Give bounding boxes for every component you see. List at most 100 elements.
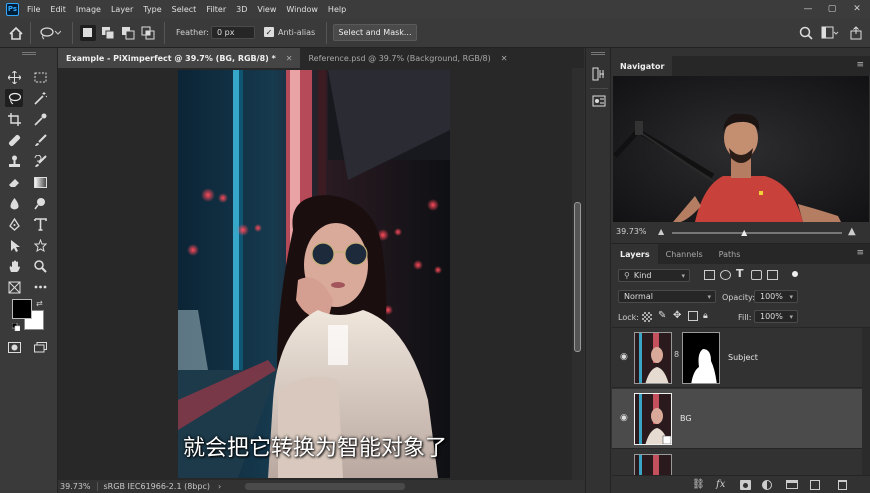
type-tool-icon[interactable] <box>31 215 49 233</box>
navigator-zoom-value[interactable]: 39.73% <box>616 227 647 236</box>
opacity-input[interactable]: 100% ▾ <box>754 290 798 303</box>
layer-name[interactable]: Subject <box>728 353 758 362</box>
document-canvas[interactable]: 就会把它转换为智能对象了 <box>58 68 572 480</box>
lock-position-icon[interactable]: ✥ <box>673 310 681 321</box>
more-tools-icon[interactable] <box>31 278 49 296</box>
add-selection-button[interactable] <box>100 25 116 41</box>
eraser-tool-icon[interactable] <box>5 173 23 191</box>
menu-filter[interactable]: Filter <box>206 5 226 14</box>
horizontal-scrollbar[interactable] <box>245 483 406 490</box>
zoom-slider-knob[interactable]: ▲ <box>741 228 747 237</box>
visibility-eye-icon[interactable]: ◉ <box>620 352 628 362</box>
quick-mask-icon[interactable] <box>5 338 23 356</box>
healing-brush-tool-icon[interactable] <box>5 131 23 149</box>
foreground-color-swatch[interactable] <box>12 299 32 319</box>
menu-help[interactable]: Help <box>328 5 346 14</box>
lasso-preset-icon[interactable] <box>38 25 62 41</box>
default-colors-icon[interactable] <box>11 322 21 332</box>
menu-view[interactable]: View <box>257 5 276 14</box>
pixel-filter-icon[interactable] <box>704 270 715 280</box>
hand-tool-icon[interactable] <box>5 257 23 275</box>
scrollbar-thumb[interactable] <box>574 202 581 352</box>
layers-panel-menu-icon[interactable]: ≡ <box>856 248 864 258</box>
eyedropper-tool-icon[interactable] <box>31 110 49 128</box>
menu-edit[interactable]: Edit <box>50 5 66 14</box>
properties-panel-icon[interactable] <box>591 93 607 109</box>
history-panel-icon[interactable] <box>591 66 607 82</box>
new-layer-icon[interactable] <box>810 480 820 490</box>
move-tool-icon[interactable] <box>5 68 23 86</box>
filter-toggle-icon[interactable] <box>792 271 798 277</box>
path-selection-tool-icon[interactable] <box>5 236 23 254</box>
brush-tool-icon[interactable] <box>31 131 49 149</box>
group-icon[interactable] <box>786 480 798 489</box>
share-icon[interactable] <box>848 25 864 41</box>
lock-all-icon[interactable]: 🔒︎ <box>703 311 708 321</box>
marquee-tool-icon[interactable] <box>31 68 49 86</box>
menu-image[interactable]: Image <box>76 5 101 14</box>
mask-icon[interactable] <box>740 480 751 490</box>
blend-mode-select[interactable]: Normal ▾ <box>618 290 716 303</box>
menu-select[interactable]: Select <box>172 5 197 14</box>
layer-mask-thumbnail[interactable] <box>682 332 720 384</box>
menu-type[interactable]: Type <box>143 5 161 14</box>
fill-input[interactable]: 100% ▾ <box>754 310 798 323</box>
adjustment-icon[interactable] <box>762 480 772 490</box>
screen-mode-icon[interactable] <box>31 338 49 356</box>
new-selection-button[interactable] <box>80 25 96 41</box>
tab-reference[interactable]: Reference.psd @ 39.7% (Background, RGB/8… <box>300 48 515 68</box>
clone-stamp-tool-icon[interactable] <box>5 152 23 170</box>
home-icon[interactable] <box>8 25 24 41</box>
menu-layer[interactable]: Layer <box>111 5 133 14</box>
minimize-button[interactable]: — <box>796 0 820 18</box>
trash-icon[interactable] <box>838 480 847 490</box>
zoom-out-icon[interactable]: ▲ <box>658 227 664 236</box>
layer-row-subject[interactable]: ◉ 8 Subject <box>612 328 862 388</box>
dodge-tool-icon[interactable] <box>31 194 49 212</box>
lock-artboard-icon[interactable] <box>688 311 698 321</box>
close-icon[interactable]: ✕ <box>501 54 508 63</box>
lock-transparent-icon[interactable] <box>642 312 652 322</box>
status-menu-arrow[interactable]: › <box>218 482 221 491</box>
feather-input[interactable]: 0 px <box>211 26 255 39</box>
swap-colors-icon[interactable]: ⇄ <box>36 299 43 308</box>
menu-file[interactable]: File <box>27 5 40 14</box>
mask-link-icon[interactable]: 8 <box>674 350 679 359</box>
zoom-tool-icon[interactable] <box>31 257 49 275</box>
antialias-checkbox[interactable]: ✓ <box>264 27 274 37</box>
smart-object-filter-icon[interactable] <box>767 270 778 280</box>
intersect-selection-button[interactable] <box>140 25 156 41</box>
gradient-tool-icon[interactable] <box>31 173 49 191</box>
shape-filter-icon[interactable] <box>751 270 762 280</box>
adjustment-filter-icon[interactable] <box>720 270 731 280</box>
link-icon[interactable]: ⛓︎ <box>692 479 705 490</box>
menu-3d[interactable]: 3D <box>236 5 247 14</box>
magic-wand-tool-icon[interactable] <box>31 89 49 107</box>
custom-shape-tool-icon[interactable] <box>31 236 49 254</box>
close-icon[interactable]: ✕ <box>286 54 293 63</box>
select-and-mask-button[interactable]: Select and Mask... <box>333 24 417 41</box>
crop-tool-icon[interactable] <box>5 110 23 128</box>
layer-name[interactable]: BG <box>680 414 692 423</box>
search-icon[interactable] <box>798 25 814 41</box>
history-brush-tool-icon[interactable] <box>31 152 49 170</box>
lasso-tool-icon[interactable] <box>5 89 23 107</box>
pen-tool-icon[interactable] <box>5 215 23 233</box>
layer-row-bg[interactable]: ◉ BG <box>612 389 862 449</box>
frame-tool-icon[interactable] <box>5 278 23 296</box>
fx-icon[interactable]: fx <box>716 479 725 490</box>
layer-row-3[interactable] <box>612 450 862 475</box>
navigator-thumbnail[interactable] <box>613 76 869 222</box>
canvas-scrollbar[interactable] <box>572 68 584 480</box>
filter-kind-select[interactable]: ⚲ Kind ▾ <box>618 269 690 282</box>
tab-channels[interactable]: Channels <box>658 244 711 264</box>
close-window-button[interactable]: ✕ <box>845 0 869 18</box>
tab-example[interactable]: Example - PiXimperfect @ 39.7% (BG, RGB/… <box>58 48 301 68</box>
blur-tool-icon[interactable] <box>5 194 23 212</box>
zoom-slider-track[interactable] <box>672 232 842 234</box>
status-zoom[interactable]: 39.73% <box>60 482 91 491</box>
subtract-selection-button[interactable] <box>120 25 136 41</box>
panel-menu-icon[interactable]: ≡ <box>856 60 864 70</box>
tab-layers[interactable]: Layers <box>612 244 658 264</box>
visibility-eye-icon[interactable]: ◉ <box>620 413 628 423</box>
